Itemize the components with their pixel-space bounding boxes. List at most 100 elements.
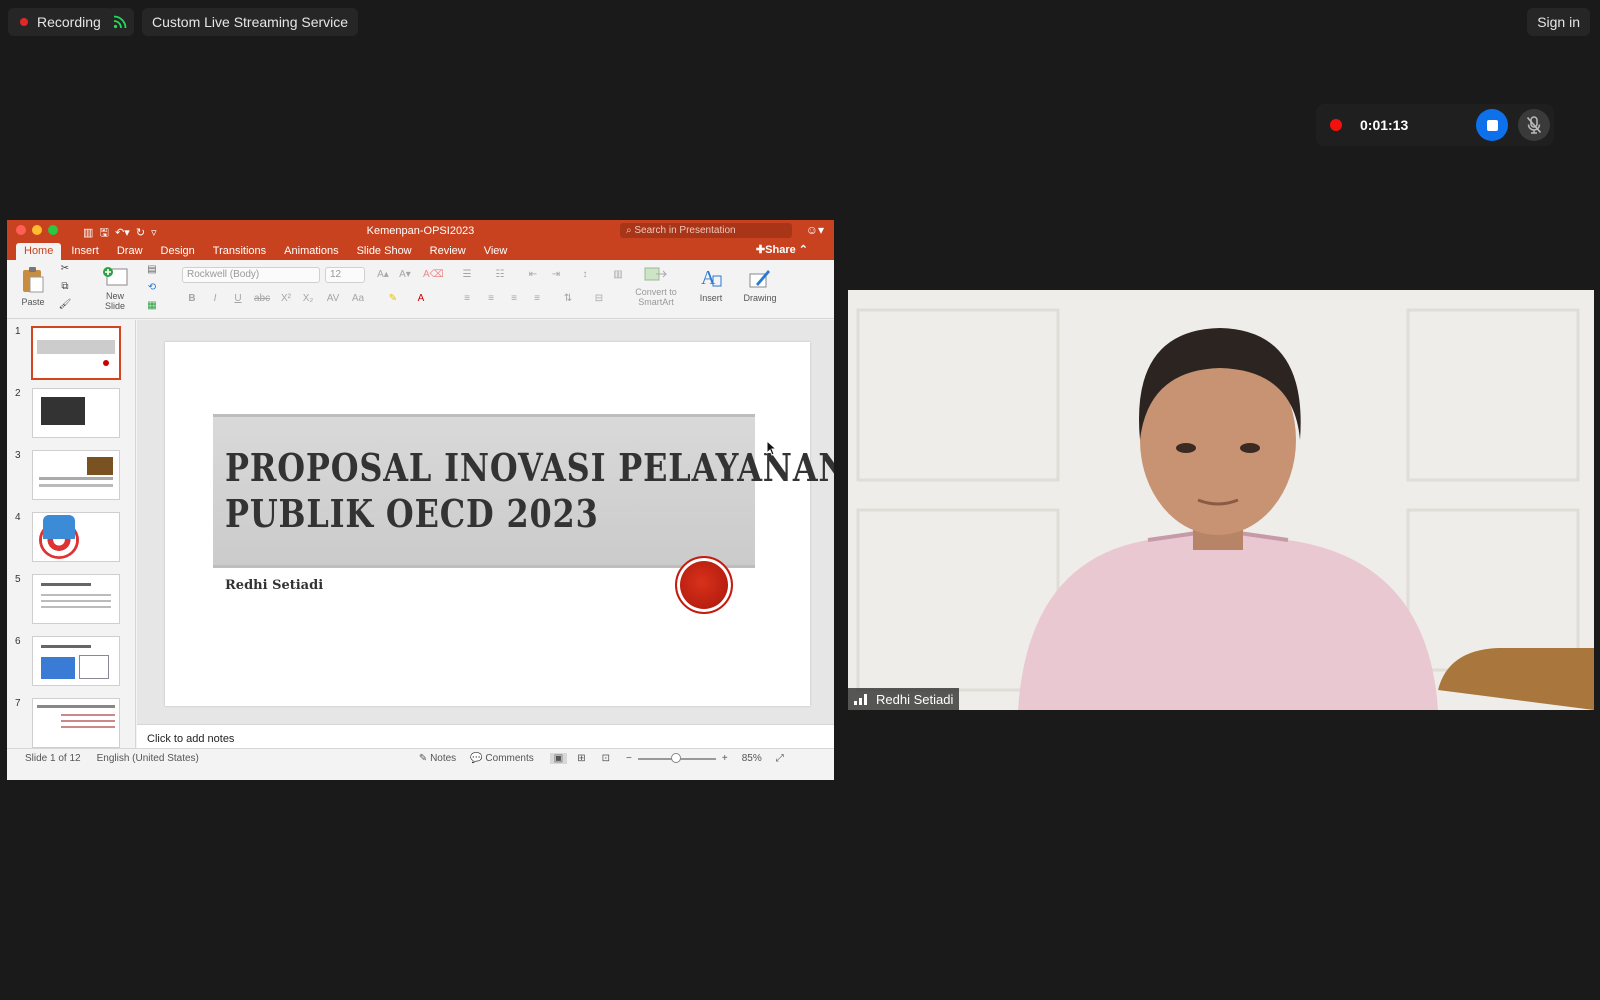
slide-thumbnail-1[interactable] bbox=[31, 326, 121, 380]
mic-off-icon bbox=[1526, 116, 1542, 134]
smartart-icon bbox=[644, 267, 668, 281]
record-dot-icon bbox=[20, 18, 28, 26]
align-right-icon[interactable]: ≡ bbox=[506, 292, 522, 306]
italic-icon[interactable]: I bbox=[207, 292, 223, 306]
mouse-cursor-icon bbox=[766, 440, 776, 456]
comments-button[interactable]: 💬 Comments bbox=[470, 753, 534, 764]
align-left-icon[interactable]: ≡ bbox=[459, 292, 475, 306]
font-size-select[interactable]: 12 bbox=[325, 267, 365, 283]
participant-video[interactable]: Redhi Setiadi bbox=[848, 290, 1594, 710]
convert-smartart-button[interactable]: Convert to SmartArt bbox=[627, 266, 685, 307]
slide-title[interactable]: PROPOSAL INOVASI PELAYANAN PUBLIK OECD 2… bbox=[225, 445, 834, 537]
change-case-icon[interactable]: Aa bbox=[350, 292, 366, 306]
slide-thumbnail-2[interactable] bbox=[32, 388, 120, 438]
tab-draw[interactable]: Draw bbox=[109, 243, 151, 260]
slide-thumbnail-7[interactable] bbox=[32, 698, 120, 748]
tab-insert[interactable]: Insert bbox=[63, 243, 107, 260]
layout-icon[interactable]: ▤ bbox=[144, 263, 160, 277]
slide-editor[interactable]: PROPOSAL INOVASI PELAYANAN PUBLIK OECD 2… bbox=[137, 320, 834, 724]
slide-title-line-2: PUBLIK OECD 2023 bbox=[225, 491, 599, 536]
align-text-icon[interactable]: ⊟ bbox=[591, 292, 607, 306]
powerpoint-window: ▥ 🖫 ↶▾ ↻ ▿ Kemenpan-OPSI2023 ⌕ Search in… bbox=[7, 220, 834, 780]
live-stream-icon[interactable] bbox=[106, 8, 134, 36]
font-color-icon[interactable]: A bbox=[413, 292, 429, 306]
fit-to-window-icon[interactable]: ⤢ bbox=[776, 753, 784, 764]
tab-transitions[interactable]: Transitions bbox=[205, 243, 274, 260]
tab-view[interactable]: View bbox=[476, 243, 516, 260]
numbering-icon[interactable]: ☷ bbox=[492, 268, 508, 282]
decrease-indent-icon[interactable]: ⇤ bbox=[525, 268, 541, 282]
recording-label: Recording bbox=[37, 14, 101, 30]
slide-subtitle[interactable]: Redhi Setiadi bbox=[225, 578, 323, 593]
recording-timer: 0:01:13 bbox=[1360, 117, 1409, 133]
recording-indicator[interactable]: Recording bbox=[8, 8, 113, 36]
language-indicator[interactable]: English (United States) bbox=[97, 753, 199, 764]
tab-animations[interactable]: Animations bbox=[276, 243, 346, 260]
current-slide[interactable]: PROPOSAL INOVASI PELAYANAN PUBLIK OECD 2… bbox=[165, 342, 834, 706]
increase-indent-icon[interactable]: ⇥ bbox=[548, 268, 564, 282]
insert-button[interactable]: A Insert bbox=[694, 266, 728, 303]
tab-slide-show[interactable]: Slide Show bbox=[349, 243, 420, 260]
underline-icon[interactable]: U bbox=[230, 292, 246, 306]
text-direction-icon[interactable]: ⇅ bbox=[560, 292, 576, 306]
decrease-font-icon[interactable]: A▾ bbox=[397, 268, 413, 282]
zoom-slider-thumb[interactable] bbox=[670, 752, 681, 763]
status-bar: Slide 1 of 12 English (United States) ✎ … bbox=[7, 748, 834, 768]
search-presentation-input[interactable]: ⌕ Search in Presentation bbox=[620, 223, 792, 238]
slide-thumbnail-6[interactable] bbox=[32, 636, 120, 686]
zoom-out-icon[interactable]: − bbox=[626, 753, 632, 764]
stop-icon bbox=[1486, 119, 1498, 131]
drawing-button[interactable]: Drawing bbox=[741, 266, 779, 303]
slide-number: 4 bbox=[15, 512, 21, 523]
bold-icon[interactable]: B bbox=[184, 292, 200, 306]
feedback-smiley-icon[interactable]: ☺▾ bbox=[806, 223, 824, 237]
clipboard-icon bbox=[23, 267, 44, 293]
share-button[interactable]: ✚Share ⌃ bbox=[756, 243, 808, 256]
tab-design[interactable]: Design bbox=[153, 243, 203, 260]
notes-pane[interactable]: Click to add notes bbox=[137, 724, 834, 748]
ribbon-tabs: Home Insert Draw Design Transitions Anim… bbox=[7, 241, 834, 260]
zoom-level[interactable]: 85% bbox=[742, 753, 762, 764]
section-icon[interactable]: ▦ bbox=[144, 299, 160, 313]
cut-icon[interactable]: ✂ bbox=[57, 262, 73, 276]
red-seal-graphic bbox=[675, 556, 733, 614]
recording-dot-icon bbox=[1330, 119, 1342, 131]
char-spacing-icon[interactable]: AV bbox=[325, 292, 341, 306]
clear-format-icon[interactable]: A⌫ bbox=[423, 268, 444, 282]
format-painter-icon[interactable]: 🖌 bbox=[57, 298, 73, 312]
slideshow-icon[interactable]: ⊡ bbox=[602, 753, 610, 764]
tab-home[interactable]: Home bbox=[16, 243, 62, 260]
columns-icon[interactable]: ▥ bbox=[610, 268, 626, 282]
justify-icon[interactable]: ≡ bbox=[529, 292, 545, 306]
highlight-icon[interactable]: ✎ bbox=[385, 292, 401, 306]
slide-sorter-icon[interactable]: ⊞ bbox=[577, 753, 585, 764]
notes-button[interactable]: ✎ Notes bbox=[419, 753, 456, 764]
normal-view-icon[interactable]: ▣ bbox=[549, 753, 568, 764]
streaming-service-button[interactable]: Custom Live Streaming Service bbox=[142, 8, 359, 36]
sign-in-button[interactable]: Sign in bbox=[1527, 8, 1590, 36]
zoom-in-icon[interactable]: + bbox=[722, 753, 728, 764]
copy-icon[interactable]: ⧉ bbox=[57, 280, 73, 294]
new-slide-button[interactable]: New Slide bbox=[95, 266, 135, 311]
reset-icon[interactable]: ⟲ bbox=[144, 281, 160, 295]
ppt-titlebar: ▥ 🖫 ↶▾ ↻ ▿ Kemenpan-OPSI2023 ⌕ Search in… bbox=[7, 220, 834, 241]
slide-thumbnail-5[interactable] bbox=[32, 574, 120, 624]
superscript-icon[interactable]: X² bbox=[278, 292, 294, 306]
microphone-muted-button[interactable] bbox=[1518, 109, 1550, 141]
align-center-icon[interactable]: ≡ bbox=[483, 292, 499, 306]
slide-thumbnail-3[interactable] bbox=[32, 450, 120, 500]
stop-recording-button[interactable] bbox=[1476, 109, 1508, 141]
tab-review[interactable]: Review bbox=[422, 243, 474, 260]
font-name-select[interactable]: Rockwell (Body) bbox=[182, 267, 320, 283]
bullets-icon[interactable]: ☰ bbox=[459, 268, 475, 282]
paste-button[interactable]: Paste bbox=[15, 266, 51, 307]
subscript-icon[interactable]: X₂ bbox=[300, 292, 316, 306]
slide-thumbnail-4[interactable] bbox=[32, 512, 120, 562]
zoom-slider[interactable] bbox=[637, 752, 716, 763]
increase-font-icon[interactable]: A▴ bbox=[375, 268, 391, 282]
ribbon-home: Paste ✂ ⧉ 🖌 New Slide ▤ ⟲ ▦ Rockwell (Bod… bbox=[7, 260, 834, 319]
slide-thumbnail-pane: 1 2 3 4 5 6 7 bbox=[7, 320, 136, 748]
line-spacing-icon[interactable]: ↕ bbox=[577, 268, 593, 282]
title-banner: PROPOSAL INOVASI PELAYANAN PUBLIK OECD 2… bbox=[213, 414, 834, 568]
strikethrough-icon[interactable]: abc bbox=[254, 292, 270, 306]
